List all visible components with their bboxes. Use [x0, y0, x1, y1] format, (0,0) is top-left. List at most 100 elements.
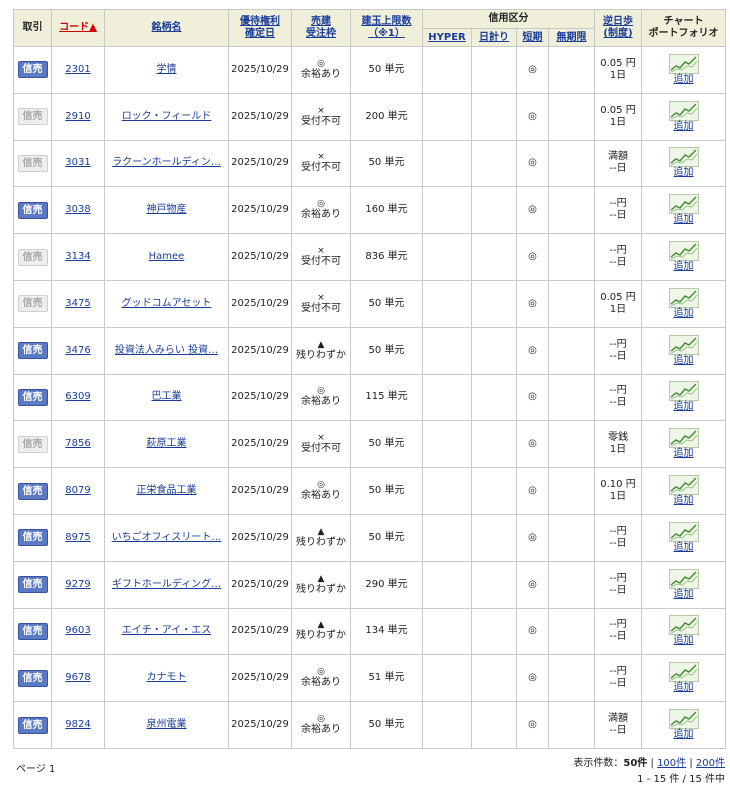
header-daytrade-sort[interactable]: 日計り	[471, 28, 517, 47]
chart-cell: 追加	[641, 233, 726, 281]
hyper-cell	[422, 46, 472, 94]
sell-badge[interactable]: 信売	[17, 342, 48, 360]
add-portfolio-link[interactable]: 追加	[642, 121, 725, 133]
chart-icon[interactable]	[642, 53, 725, 74]
reverse-rate: --円	[609, 525, 627, 537]
sell-badge[interactable]: 信売	[17, 669, 48, 687]
benefit-date: 2025/10/29	[228, 326, 292, 375]
stock-name-link[interactable]: グッドコムアセット	[122, 298, 212, 309]
sell-badge[interactable]: 信売	[17, 529, 48, 547]
stock-code-link[interactable]: 3134	[65, 251, 90, 262]
stock-name-link[interactable]: 正栄食品工業	[137, 485, 197, 496]
stock-code-link[interactable]: 3031	[65, 157, 90, 168]
order-cell: ▲ 残りわずか	[291, 513, 351, 562]
add-portfolio-link[interactable]: 追加	[642, 448, 725, 460]
chart-icon[interactable]	[642, 521, 725, 542]
order-mark: ◎	[317, 386, 325, 397]
order-mark: ◎	[317, 667, 325, 678]
display-200-link[interactable]: 200件	[696, 758, 725, 769]
reverse-days: --日	[609, 210, 627, 222]
limit-cell: 50 単元	[350, 326, 423, 375]
add-portfolio-link[interactable]: 追加	[642, 74, 725, 86]
stock-name-link[interactable]: エイチ・アイ・エス	[122, 625, 212, 636]
chart-icon[interactable]	[642, 194, 725, 215]
sell-badge[interactable]: 信売	[17, 622, 48, 640]
table-row: 信売 3031 ラクーンホールディン… 2025/10/29 × 受付不可 50 単元 ◎ 満額…	[13, 139, 726, 188]
chart-icon[interactable]	[642, 381, 725, 402]
stock-name-link[interactable]: 学情	[157, 64, 177, 75]
stock-code-link[interactable]: 9824	[65, 719, 90, 730]
chart-icon[interactable]	[642, 662, 725, 683]
stock-name-link[interactable]: 神戸物産	[147, 204, 187, 215]
stock-code-link[interactable]: 6309	[65, 391, 90, 402]
limit-cell: 50 単元	[350, 701, 423, 749]
stock-code-link[interactable]: 3476	[65, 345, 90, 356]
stock-code-link[interactable]: 2910	[65, 111, 90, 122]
chart-icon[interactable]	[642, 147, 725, 168]
header-hyper-sort[interactable]: HYPER	[422, 28, 472, 47]
add-portfolio-link[interactable]: 追加	[642, 542, 725, 554]
stock-name-link[interactable]: ギフトホールディング…	[112, 579, 221, 590]
chart-icon[interactable]	[642, 709, 725, 730]
stock-code-link[interactable]: 2301	[65, 64, 90, 75]
stock-code-link[interactable]: 9678	[65, 672, 90, 683]
chart-icon[interactable]	[642, 615, 725, 636]
header-indefinite-sort[interactable]: 無期限	[548, 28, 595, 47]
add-portfolio-link[interactable]: 追加	[642, 729, 725, 741]
stock-name-link[interactable]: いちごオフィスリート…	[112, 532, 222, 543]
chart-icon[interactable]	[642, 475, 725, 496]
stock-name-link[interactable]: カナモト	[147, 672, 187, 683]
chart-icon[interactable]	[642, 568, 725, 589]
add-portfolio-link[interactable]: 追加	[642, 355, 725, 367]
header-name-sort[interactable]: 銘柄名	[104, 9, 229, 47]
add-portfolio-link[interactable]: 追加	[642, 589, 725, 601]
stock-code-link[interactable]: 7856	[65, 438, 90, 449]
add-portfolio-link[interactable]: 追加	[642, 214, 725, 226]
add-portfolio-link[interactable]: 追加	[642, 495, 725, 507]
reverse-rate: 0.10 円	[600, 479, 636, 491]
add-portfolio-link[interactable]: 追加	[642, 635, 725, 647]
stock-name-link[interactable]: 萩原工業	[147, 438, 187, 449]
header-benefit-date-sort[interactable]: 優待権利 確定日	[228, 9, 292, 47]
header-code-sort[interactable]: コード▲	[51, 9, 105, 47]
sell-badge[interactable]: 信売	[17, 201, 48, 219]
stock-name-link[interactable]: Hamee	[149, 251, 185, 262]
stock-code-link[interactable]: 8975	[65, 532, 90, 543]
chart-icon[interactable]	[642, 287, 725, 308]
stock-name-link[interactable]: 巴工業	[152, 391, 182, 402]
stock-code-link[interactable]: 8079	[65, 485, 90, 496]
stock-name-link[interactable]: ロック・フィールド	[122, 111, 212, 122]
header-order-sort[interactable]: 売建 受注枠	[291, 9, 351, 47]
stock-name-link[interactable]: 泉州電業	[147, 719, 187, 730]
sell-badge[interactable]: 信売	[17, 61, 48, 79]
header-reverse-sort[interactable]: 逆日歩 (制度)	[594, 9, 642, 47]
stock-name-link[interactable]: ラクーンホールディン…	[112, 157, 221, 168]
stock-code-link[interactable]: 3475	[65, 298, 90, 309]
stock-code-link[interactable]: 3038	[65, 204, 90, 215]
add-portfolio-link[interactable]: 追加	[642, 682, 725, 694]
stock-name-link[interactable]: 投資法人みらい 投資…	[115, 345, 218, 356]
stock-code-link[interactable]: 9279	[65, 579, 90, 590]
short-cell: ◎	[516, 279, 549, 328]
reverse-cell: 0.10 円 1日	[594, 467, 642, 515]
short-cell: ◎	[516, 607, 549, 656]
sell-badge[interactable]: 信売	[17, 482, 48, 500]
sell-badge[interactable]: 信売	[17, 388, 48, 406]
sell-badge[interactable]: 信売	[17, 576, 48, 594]
chart-icon[interactable]	[642, 100, 725, 121]
stock-code-link[interactable]: 9603	[65, 625, 90, 636]
add-portfolio-link[interactable]: 追加	[642, 167, 725, 179]
order-status: 余裕あり	[301, 490, 341, 502]
chart-icon[interactable]	[642, 334, 725, 355]
add-portfolio-link[interactable]: 追加	[642, 308, 725, 320]
chart-icon[interactable]	[642, 428, 725, 449]
chart-icon[interactable]	[642, 241, 725, 262]
header-short-sort[interactable]: 短期	[516, 28, 549, 47]
reverse-rate: --円	[609, 338, 627, 350]
header-limit-sort[interactable]: 建玉上限数 （※1）	[350, 9, 423, 47]
name-cell: エイチ・アイ・エス	[104, 607, 229, 656]
sell-badge[interactable]: 信売	[17, 716, 48, 734]
add-portfolio-link[interactable]: 追加	[642, 261, 725, 273]
display-100-link[interactable]: 100件	[657, 758, 686, 769]
add-portfolio-link[interactable]: 追加	[642, 401, 725, 413]
